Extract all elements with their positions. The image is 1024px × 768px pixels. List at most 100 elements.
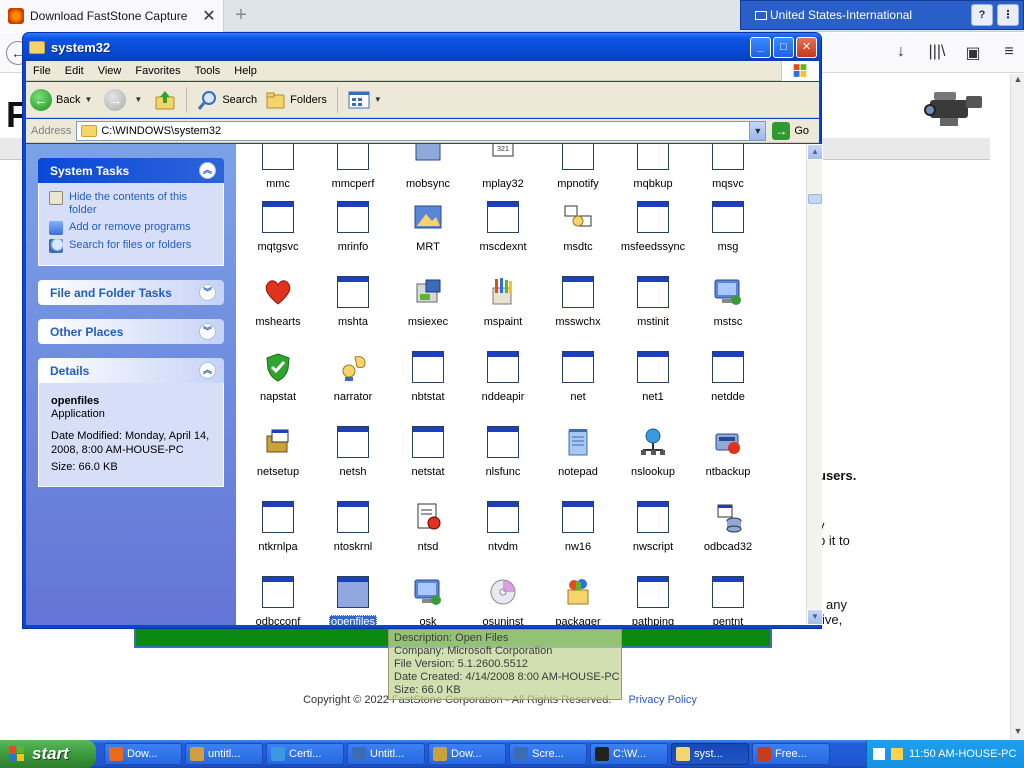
- file-item[interactable]: pathping: [613, 576, 693, 625]
- file-item[interactable]: MRT: [388, 201, 468, 271]
- file-item[interactable]: ntvdm: [463, 501, 543, 571]
- language-help-button[interactable]: ?: [971, 4, 993, 26]
- file-item[interactable]: notepad: [538, 426, 618, 496]
- file-item[interactable]: mqsvc: [688, 144, 768, 208]
- collapse-chevron-icon[interactable]: ︽: [199, 162, 216, 179]
- file-item[interactable]: ntoskrnl: [313, 501, 393, 571]
- taskbar-button[interactable]: Untitl...: [347, 743, 425, 765]
- address-dropdown-icon[interactable]: ▼: [749, 121, 766, 140]
- file-item[interactable]: netsh: [313, 426, 393, 496]
- menu-icon[interactable]: ≡: [1000, 43, 1018, 63]
- file-item[interactable]: net: [538, 351, 618, 421]
- file-item[interactable]: osk: [388, 576, 468, 625]
- file-item[interactable]: mqtgsvc: [238, 201, 318, 271]
- file-item[interactable]: 321 mplay32: [463, 144, 543, 208]
- file-item[interactable]: nslookup: [613, 426, 693, 496]
- scroll-down-icon[interactable]: ▼: [807, 609, 823, 625]
- taskbar-button[interactable]: Free...: [752, 743, 830, 765]
- explorer-titlebar[interactable]: system32 _ □ ✕: [23, 33, 821, 61]
- views-dropdown-icon[interactable]: ▼: [374, 95, 382, 104]
- file-item[interactable]: mrinfo: [313, 201, 393, 271]
- back-button[interactable]: ← Back ▼: [26, 85, 100, 115]
- file-item[interactable]: mqbkup: [613, 144, 693, 208]
- menu-edit[interactable]: Edit: [58, 65, 91, 77]
- sidebar-icon[interactable]: ▣: [964, 43, 982, 63]
- file-item[interactable]: nddeapir: [463, 351, 543, 421]
- file-item[interactable]: pentnt: [688, 576, 768, 625]
- scroll-up-icon[interactable]: ▲: [1011, 74, 1024, 88]
- search-files-link[interactable]: Search for files or folders: [49, 239, 213, 253]
- file-item[interactable]: netdde: [688, 351, 768, 421]
- file-item[interactable]: msfeedssync: [613, 201, 693, 271]
- file-item[interactable]: napstat: [238, 351, 318, 421]
- search-button[interactable]: Search: [193, 85, 261, 115]
- new-tab-button[interactable]: +: [230, 4, 252, 26]
- menu-help[interactable]: Help: [227, 65, 264, 77]
- back-dropdown-icon[interactable]: ▼: [84, 95, 92, 104]
- file-item[interactable]: msdtc: [538, 201, 618, 271]
- file-item[interactable]: ntsd: [388, 501, 468, 571]
- close-button[interactable]: ✕: [796, 36, 817, 58]
- views-button[interactable]: ▼: [344, 85, 390, 115]
- file-list-scrollbar[interactable]: ▲ ▼: [806, 144, 823, 625]
- file-item[interactable]: mpnotify: [538, 144, 618, 208]
- file-item[interactable]: mshearts: [238, 276, 318, 346]
- scroll-down-icon[interactable]: ▼: [1011, 726, 1024, 740]
- file-item[interactable]: ntkrnlpa: [238, 501, 318, 571]
- file-item[interactable]: mstinit: [613, 276, 693, 346]
- taskbar-button[interactable]: C:\W...: [590, 743, 668, 765]
- collapse-chevron-icon[interactable]: ︽: [199, 362, 216, 379]
- file-item[interactable]: odbcconf: [238, 576, 318, 625]
- expand-chevron-icon[interactable]: ︾: [199, 323, 216, 340]
- forward-dropdown-icon[interactable]: ▼: [134, 95, 142, 104]
- tray-app-icon[interactable]: [873, 748, 885, 760]
- add-remove-programs-link[interactable]: Add or remove programs: [49, 221, 213, 235]
- file-item[interactable]: osuninst: [463, 576, 543, 625]
- file-item[interactable]: netsetup: [238, 426, 318, 496]
- taskbar-button[interactable]: Scre...: [509, 743, 587, 765]
- other-places-header[interactable]: Other Places ︾: [38, 319, 224, 344]
- file-item[interactable]: ntbackup: [688, 426, 768, 496]
- file-item[interactable]: mspaint: [463, 276, 543, 346]
- taskbar-button[interactable]: Certi...: [266, 743, 344, 765]
- start-button[interactable]: start: [0, 740, 96, 768]
- browser-scrollbar[interactable]: ▲ ▼: [1010, 74, 1024, 740]
- language-options-button[interactable]: ⋮: [997, 4, 1019, 26]
- file-item[interactable]: net1: [613, 351, 693, 421]
- system-tasks-header[interactable]: System Tasks ︽: [38, 158, 224, 183]
- address-input[interactable]: C:\WINDOWS\system32 ▼: [76, 120, 767, 141]
- scroll-thumb[interactable]: [808, 194, 822, 204]
- file-item[interactable]: msiexec: [388, 276, 468, 346]
- expand-chevron-icon[interactable]: ︾: [199, 284, 216, 301]
- file-item[interactable]: msg: [688, 201, 768, 271]
- language-indicator[interactable]: United States-International: [741, 8, 971, 22]
- library-icon[interactable]: |||\: [928, 43, 946, 63]
- file-item[interactable]: mmc: [238, 144, 318, 208]
- privacy-policy-link[interactable]: Privacy Policy: [628, 694, 696, 706]
- scroll-up-icon[interactable]: ▲: [807, 144, 823, 160]
- file-item[interactable]: nlsfunc: [463, 426, 543, 496]
- taskbar-button[interactable]: syst...: [671, 743, 749, 765]
- menu-file[interactable]: File: [26, 65, 58, 77]
- taskbar-button[interactable]: Dow...: [428, 743, 506, 765]
- file-item[interactable]: mshta: [313, 276, 393, 346]
- file-item[interactable]: odbcad32: [688, 501, 768, 571]
- file-item[interactable]: msswchx: [538, 276, 618, 346]
- menu-favorites[interactable]: Favorites: [128, 65, 187, 77]
- clock[interactable]: 11:50 AM-HOUSE-PC: [909, 748, 1016, 760]
- menu-view[interactable]: View: [91, 65, 129, 77]
- taskbar-button[interactable]: untitl...: [185, 743, 263, 765]
- file-item[interactable]: nwscript: [613, 501, 693, 571]
- hide-contents-link[interactable]: Hide the contents of this folder: [49, 191, 213, 217]
- file-item[interactable]: nw16: [538, 501, 618, 571]
- downloads-icon[interactable]: ↓: [892, 43, 910, 63]
- taskbar-button[interactable]: Dow...: [104, 743, 182, 765]
- file-item[interactable]: openfiles: [313, 576, 393, 625]
- browser-tab[interactable]: Download FastStone Capture ✕: [0, 0, 224, 32]
- folders-button[interactable]: Folders: [261, 85, 331, 115]
- maximize-button[interactable]: □: [773, 36, 794, 58]
- file-item[interactable]: narrator: [313, 351, 393, 421]
- file-item[interactable]: packager: [538, 576, 618, 625]
- file-item[interactable]: mstsc: [688, 276, 768, 346]
- language-bar[interactable]: United States-International ? ⋮: [740, 0, 1024, 30]
